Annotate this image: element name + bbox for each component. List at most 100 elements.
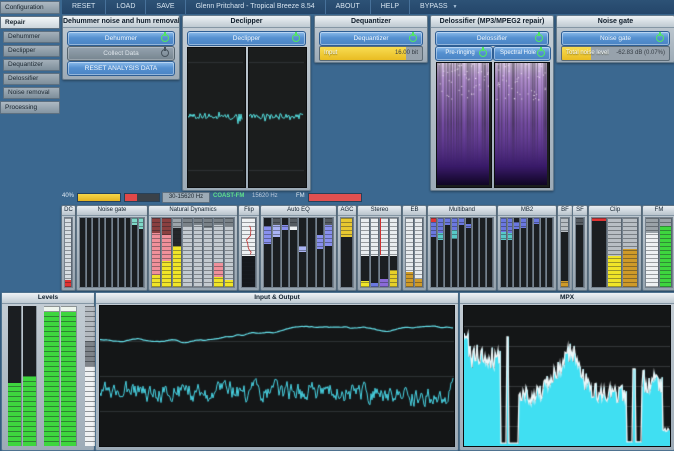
delossifier-toggle-button[interactable]: Delossifier [435, 31, 549, 46]
sidebar-item-delossifier[interactable]: Delossifier [3, 73, 60, 85]
meter-panel-flip: Flip [238, 205, 260, 291]
sidebar-item-dequantizer[interactable]: Dequantizer [3, 59, 60, 71]
level-meter [273, 218, 281, 287]
menu-item-reset[interactable]: RESET [62, 0, 105, 14]
menu-item-about[interactable]: ABOUT [325, 0, 370, 14]
level-meter [194, 218, 203, 287]
input-level-mini-meter [124, 193, 160, 202]
reset-analysis-data-button[interactable]: RESET ANALYSIS DATA [67, 61, 175, 76]
level-meter [132, 218, 138, 287]
level-meter [592, 218, 607, 287]
cpu-meter [77, 193, 121, 202]
delossifier-panel: Delossifier (MP3/MPEG2 repair) Delossifi… [430, 15, 554, 191]
power-icon [292, 34, 300, 42]
level-meter [438, 218, 444, 287]
sidebar-item-repair[interactable]: Repair [0, 16, 60, 29]
level-meter [23, 306, 37, 446]
level-meter [445, 218, 451, 287]
level-meter [623, 218, 638, 287]
level-meter [371, 218, 380, 287]
level-meter [361, 218, 370, 287]
sidebar-item-declipper[interactable]: Declipper [3, 45, 60, 57]
spectral-hole-toggle-button[interactable]: Spectral Hole [493, 46, 551, 61]
level-meter [646, 218, 659, 287]
level-meter [173, 218, 182, 287]
power-icon [537, 49, 545, 57]
total-noise-level-slider[interactable]: Total noise level -62.83 dB (0.07%) [561, 46, 670, 61]
sidebar-item-dehummer[interactable]: Dehummer [3, 31, 60, 43]
noise-gate-panel: Noise gate Noise gate Total noise level … [556, 15, 674, 63]
level-meter [106, 218, 112, 287]
mpx-spectrum-scope [463, 305, 671, 447]
phase-indicator-line [380, 218, 381, 255]
noise-gate-toggle-button[interactable]: Noise gate [561, 31, 670, 46]
fm-level-meter [308, 193, 362, 202]
level-meter [541, 218, 547, 287]
level-meter [415, 218, 423, 287]
power-icon [656, 34, 664, 42]
level-meter [65, 218, 72, 287]
collect-data-button[interactable]: Collect Data [67, 46, 175, 61]
declipper-panel-title: Declipper [183, 16, 310, 28]
station-logo: COAST-FM [213, 192, 244, 201]
meter-panel-bf: BF [557, 205, 573, 291]
level-meter [534, 218, 540, 287]
meter-panel-title: Natural Dynamics [149, 206, 237, 216]
level-meter [473, 218, 479, 287]
dequantizer-panel-title: Dequantizer [315, 16, 427, 28]
dehummer-toggle-button[interactable]: Dehummer [67, 31, 175, 46]
declipper-waveform-left [187, 47, 246, 188]
delossifier-spectrogram-right [494, 62, 550, 188]
menu-item-save[interactable]: SAVE [145, 0, 184, 14]
meter-panel-stereo: Stereo [357, 205, 402, 291]
level-meter [452, 218, 458, 287]
meter-panel-clip: Clip [588, 205, 642, 291]
level-meter [480, 218, 486, 287]
level-meter [380, 218, 389, 287]
level-meter [431, 218, 437, 287]
sidebar-item-noise-removal[interactable]: Noise removal [3, 87, 60, 99]
level-meter [183, 218, 192, 287]
level-meter [152, 218, 161, 287]
level-meter [487, 218, 493, 287]
level-meter [466, 218, 472, 287]
power-icon [479, 49, 487, 57]
level-meter [576, 218, 584, 287]
chevron-down-icon: ▼ [453, 4, 458, 10]
pre-ringing-toggle-button[interactable]: Pre-ringing [435, 46, 493, 61]
dequantizer-panel: Dequantizer Dequantizer Input 16.00 bit [314, 15, 428, 63]
level-meter [225, 218, 234, 287]
meter-panel-mb2: MB2 [497, 205, 557, 291]
sidebar-item-processing[interactable]: Processing [0, 101, 60, 114]
dequantizer-toggle-button[interactable]: Dequantizer [319, 31, 423, 46]
dehummer-panel-title: Dehummer noise and hum removal [63, 16, 179, 28]
level-meter [93, 218, 99, 287]
meter-panel-title: Auto EQ [261, 206, 336, 216]
meter-panel-title: AGC [338, 206, 356, 216]
level-meter [299, 218, 307, 287]
power-icon [161, 34, 169, 42]
stereo-tool-window: { "menu": {"items": [ {"label": "RESET"}… [0, 0, 674, 450]
level-meter [282, 218, 290, 287]
meter-panel-title: Stereo [358, 206, 401, 216]
declipper-toggle-button[interactable]: Declipper [187, 31, 306, 46]
menu-item-glenn-pritchard-tropical-breeze-8-54[interactable]: Glenn Pritchard - Tropical Breeze 8.54 [185, 0, 325, 14]
meter-panel-title: Multiband [428, 206, 496, 216]
meter-panel-title: FM [643, 206, 674, 216]
menu-item-load[interactable]: LOAD [105, 0, 145, 14]
sample-frequency-label: 15620 Hz [252, 192, 278, 201]
menu-item-bypass[interactable]: BYPASS▼ [409, 0, 467, 14]
dequantizer-input-slider[interactable]: Input 16.00 bit [319, 46, 423, 61]
level-meter [501, 218, 507, 287]
level-meter [317, 218, 325, 287]
meter-panel-title: Flip [239, 206, 259, 216]
flip-trace [241, 217, 257, 288]
input-output-panel: Input & Output [95, 292, 459, 451]
meter-panel-auto-eq: Auto EQ [260, 205, 337, 291]
sidebar-item-configuration[interactable]: Configuration [0, 1, 60, 14]
menu-item-help[interactable]: HELP [370, 0, 409, 14]
meter-panel-title: Clip [589, 206, 641, 216]
level-meter [44, 306, 60, 446]
menu-bar: RESETLOADSAVEGlenn Pritchard - Tropical … [62, 0, 674, 14]
delossifier-panel-title: Delossifier (MP3/MPEG2 repair) [431, 16, 553, 28]
